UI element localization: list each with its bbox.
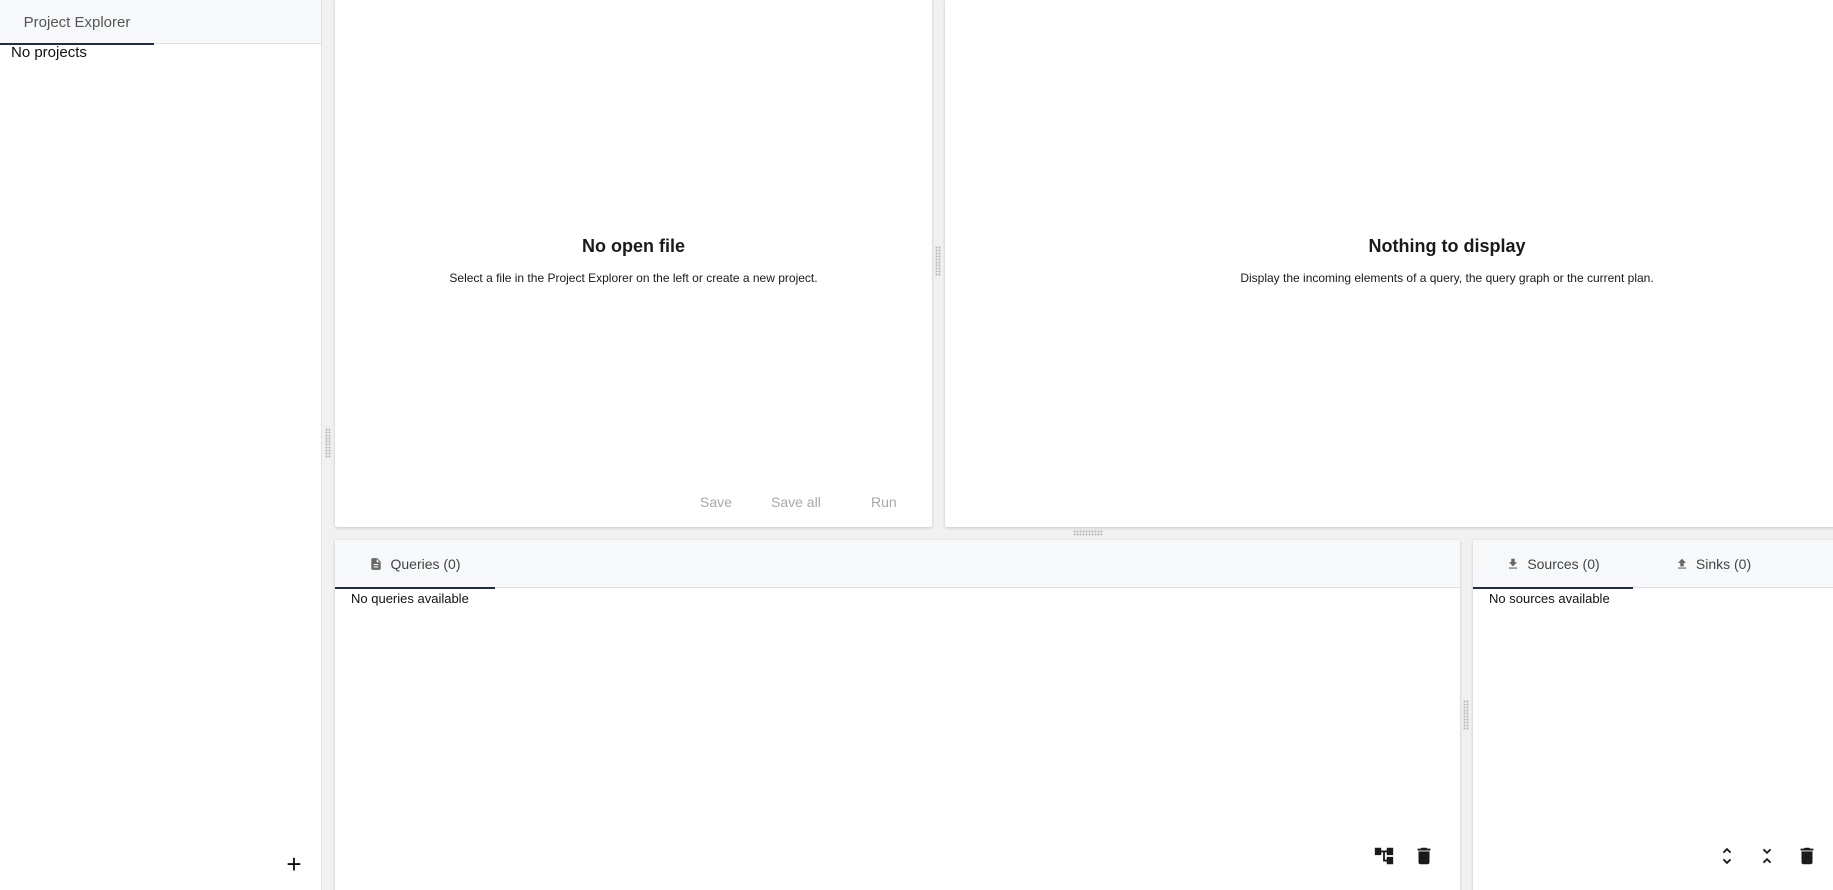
editor-panel: No open file Select a file in the Projec… — [335, 0, 932, 527]
document-icon — [371, 558, 382, 570]
expand-all-icon — [1722, 847, 1732, 865]
upload-icon — [1677, 558, 1686, 569]
tab-queries-label: Queries (0) — [390, 556, 461, 572]
tab-project-explorer[interactable]: Project Explorer — [0, 0, 154, 45]
no-queries-text: No queries available — [351, 591, 469, 606]
expand-all-button[interactable] — [1715, 844, 1739, 868]
tab-sources[interactable]: Sources (0) — [1473, 540, 1633, 589]
app-root: Project Explorer No projects + No open f… — [0, 0, 1833, 890]
sidebar-resize-handle[interactable] — [325, 428, 331, 458]
queries-sources-resize-handle[interactable] — [1463, 700, 1469, 730]
no-projects-text: No projects — [11, 44, 87, 61]
tab-project-explorer-label: Project Explorer — [23, 13, 131, 31]
tab-queries[interactable]: Queries (0) — [335, 540, 495, 589]
sources-tabbar: Sources (0) Sinks (0) — [1473, 540, 1833, 589]
project-explorer-sidebar: Project Explorer No projects + — [0, 0, 322, 890]
nothing-to-display-subtitle: Display the incoming elements of a query… — [1240, 271, 1654, 285]
tab-sinks[interactable]: Sinks (0) — [1633, 540, 1793, 588]
top-bottom-resize-handle[interactable] — [1073, 530, 1103, 536]
tab-sinks-label: Sinks (0) — [1695, 556, 1752, 572]
queries-panel: Queries (0) No queries available — [335, 540, 1460, 890]
run-button[interactable]: Run — [871, 494, 897, 510]
query-graph-button[interactable] — [1372, 844, 1396, 868]
viewer-panel: Nothing to display Display the incoming … — [945, 0, 1833, 527]
collapse-all-icon — [1762, 848, 1772, 864]
save-all-button[interactable]: Save all — [771, 494, 821, 510]
sidebar-tabbar: Project Explorer — [0, 0, 321, 45]
active-tab-indicator — [335, 587, 495, 589]
nothing-to-display-title: Nothing to display — [1368, 236, 1526, 256]
sources-sinks-panel: Sources (0) Sinks (0) No sources availab… — [1473, 540, 1833, 890]
add-project-button[interactable]: + — [282, 851, 306, 877]
no-open-file-title: No open file — [582, 236, 685, 256]
editor-viewer-resize-handle[interactable] — [935, 246, 941, 276]
active-tab-indicator — [1473, 587, 1633, 589]
trash-icon — [1800, 847, 1814, 865]
tree-structure-icon — [1374, 847, 1394, 865]
delete-queries-button[interactable] — [1412, 844, 1436, 868]
delete-sources-button[interactable] — [1795, 844, 1819, 868]
save-button[interactable]: Save — [700, 494, 732, 510]
collapse-all-button[interactable] — [1755, 844, 1779, 868]
no-open-file-subtitle: Select a file in the Project Explorer on… — [449, 271, 818, 285]
no-sources-text: No sources available — [1489, 591, 1610, 606]
tab-sources-label: Sources (0) — [1527, 556, 1600, 572]
trash-icon — [1417, 847, 1431, 865]
queries-tabbar: Queries (0) — [335, 540, 1460, 589]
download-icon — [1509, 558, 1518, 569]
